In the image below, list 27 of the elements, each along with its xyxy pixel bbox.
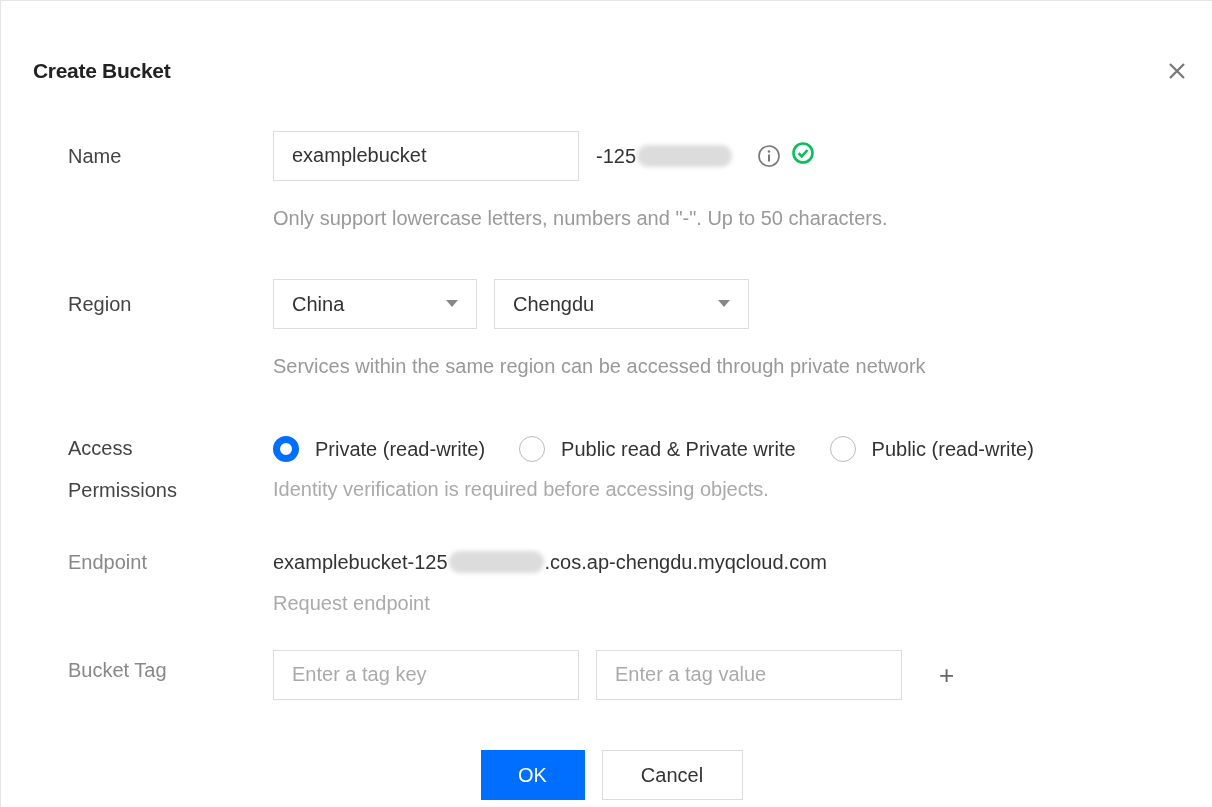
region-select[interactable]: Chengdu bbox=[494, 278, 749, 329]
endpoint-text: .cos.ap-chengdu.myqcloud.com bbox=[544, 549, 827, 575]
add-tag-button[interactable]: + bbox=[939, 661, 955, 688]
region-select[interactable]: China bbox=[273, 278, 477, 329]
endpoint-text: examplebucket-125 bbox=[273, 549, 448, 575]
radio-option[interactable]: Private (read-write) bbox=[273, 428, 486, 469]
cancel-button[interactable]: Cancel bbox=[601, 749, 743, 800]
field-label: Name bbox=[68, 143, 123, 169]
tag-input[interactable]: Enter a tag value bbox=[596, 649, 902, 700]
radio-option[interactable]: Public (read-write) bbox=[829, 428, 1034, 469]
field-label: Access Permissions bbox=[68, 435, 178, 503]
caret-icon bbox=[446, 300, 458, 307]
ok-button[interactable]: OK bbox=[480, 749, 585, 800]
info-icon[interactable] bbox=[757, 143, 782, 168]
hint-text: Identity verification is required before accessing objects. bbox=[273, 476, 770, 502]
field-label: Region bbox=[68, 291, 133, 317]
bucket-suffix: -125 bbox=[596, 143, 637, 169]
caret-icon bbox=[718, 300, 730, 307]
radio-option[interactable]: Public read & Private write bbox=[519, 428, 796, 469]
dialog-title: Create Bucket bbox=[33, 58, 171, 84]
hint-text: Only support lowercase letters, numbers and "-". Up to 50 characters. bbox=[273, 205, 888, 231]
hint-text: Request endpoint bbox=[273, 590, 431, 616]
field-label: Bucket Tag bbox=[68, 657, 168, 683]
hint-text: Services within the same region can be accessed through private network bbox=[273, 353, 926, 379]
tag-input[interactable]: Enter a tag key bbox=[273, 649, 579, 700]
name-input[interactable]: examplebucket bbox=[273, 130, 579, 181]
field-label: Endpoint bbox=[68, 549, 148, 575]
